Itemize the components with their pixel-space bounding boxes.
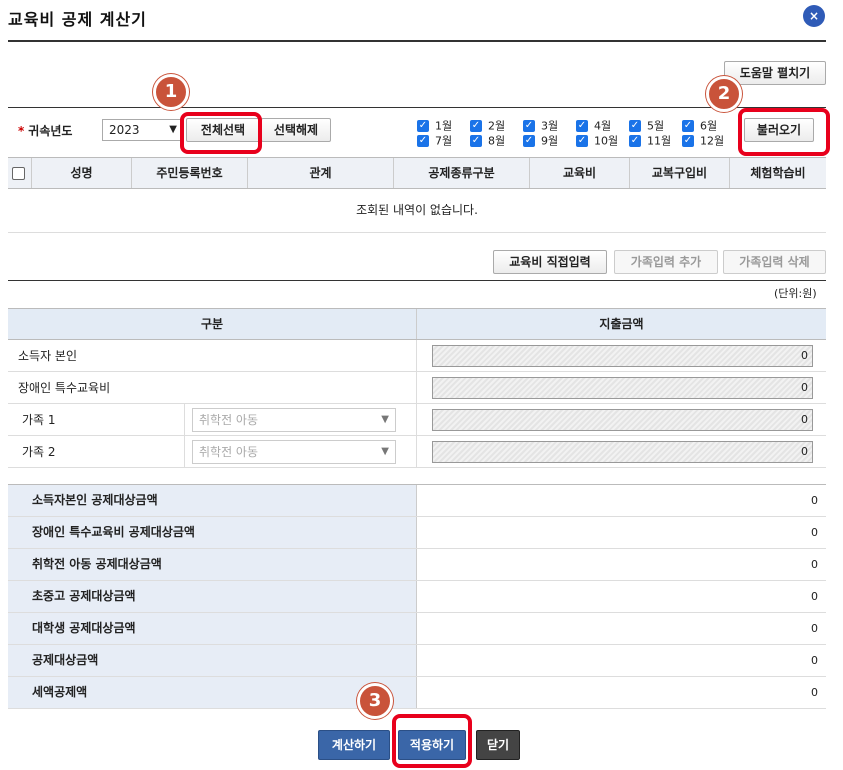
expense-table-header: 구분 지출금액 xyxy=(8,308,826,340)
header-category: 구분 xyxy=(8,309,417,339)
expense-row-family-2: 가족 2 취학전 아동 ▼ 0 xyxy=(8,436,826,468)
col-field-trip-cost: 체험학습비 xyxy=(750,166,806,180)
month-checkbox-5[interactable]: ✓ 5월 xyxy=(629,119,681,133)
expense-row-disabled-special: 장애인 특수교육비 0 xyxy=(8,372,826,404)
highlight-apply xyxy=(392,714,472,768)
checkbox-checked-icon: ✓ xyxy=(576,135,588,147)
month-checkbox-1[interactable]: ✓ 1월 xyxy=(417,119,469,133)
window-title: 교육비 공제 계산기 xyxy=(8,10,147,29)
row-label: 가족 1 xyxy=(22,413,56,427)
month-checkbox-12[interactable]: ✓ 12월 xyxy=(682,134,734,148)
col-uniform-cost: 교복구입비 xyxy=(630,158,730,188)
summary-row: 공제대상금액 0 xyxy=(8,645,826,677)
delete-family-button[interactable]: 가족입력 삭제 xyxy=(723,250,826,274)
family-type-select[interactable]: 취학전 아동 ▼ xyxy=(192,440,396,464)
month-checkbox-9[interactable]: ✓ 9월 xyxy=(523,134,575,148)
amount-field: 0 xyxy=(432,409,813,431)
highlight-load xyxy=(738,108,830,156)
checkbox-checked-icon: ✓ xyxy=(523,120,535,132)
checkbox-checked-icon: ✓ xyxy=(417,120,429,132)
column-divider xyxy=(416,340,417,372)
year-select[interactable]: 2023 ▼ xyxy=(102,119,182,141)
summary-row: 장애인 특수교육비 공제대상금액 0 xyxy=(8,517,826,549)
step-badge-2: 2 xyxy=(706,76,742,112)
help-expand-button[interactable]: 도움말 펼치기 xyxy=(724,61,826,85)
year-value: 2023 xyxy=(109,123,140,137)
column-divider xyxy=(416,404,417,436)
checkbox-checked-icon: ✓ xyxy=(629,120,641,132)
month-checkbox-6[interactable]: ✓ 6월 xyxy=(682,119,734,133)
month-checkbox-3[interactable]: ✓ 3월 xyxy=(523,119,575,133)
amount-field: 0 xyxy=(432,345,813,367)
deselect-all-button[interactable]: 선택해제 xyxy=(261,118,331,142)
month-checkbox-7[interactable]: ✓ 7월 xyxy=(417,134,469,148)
expense-row-self: 소득자 본인 0 xyxy=(8,340,826,372)
row-label: 소득자 본인 xyxy=(18,349,78,363)
row-label: 가족 2 xyxy=(22,445,56,459)
deduction-grid-header: 성명 주민등록번호 관계 공제종류구분 교육비 교복구입비 체험학습비 xyxy=(8,157,826,189)
month-checkbox-10[interactable]: ✓ 10월 xyxy=(576,134,628,148)
highlight-select-all xyxy=(180,112,262,154)
month-checkboxes: ✓ 1월 ✓ 2월 ✓ 3월 ✓ 4월 ✓ 5월 ✓ 6월 ✓ 7월 ✓ 8월 ✓ 9월 ✓ 10월… xyxy=(417,118,737,148)
chevron-down-icon: ▼ xyxy=(381,414,389,425)
summary-row: 취학전 아동 공제대상금액 0 xyxy=(8,549,826,581)
section-divider xyxy=(8,280,826,281)
chevron-down-icon: ▼ xyxy=(381,446,389,457)
col-resident-number: 주민등록번호 xyxy=(132,158,248,188)
col-name: 성명 xyxy=(32,158,132,188)
header-checkbox-cell xyxy=(8,158,32,188)
column-divider xyxy=(416,372,417,404)
month-checkbox-11[interactable]: ✓ 11월 xyxy=(629,134,681,148)
chevron-down-icon: ▼ xyxy=(169,124,177,135)
step-badge-1: 1 xyxy=(153,74,189,110)
step-badge-3: 3 xyxy=(357,683,393,719)
col-education-cost: 교육비 xyxy=(530,158,630,188)
checkbox-checked-icon: ✓ xyxy=(470,135,482,147)
unit-label: (단위:원) xyxy=(774,287,817,300)
close-button[interactable]: 닫기 xyxy=(476,730,520,760)
checkbox-checked-icon: ✓ xyxy=(523,135,535,147)
empty-grid-message: 조회된 내역이 없습니다. xyxy=(8,190,826,233)
column-divider xyxy=(416,436,417,468)
summary-row: 소득자본인 공제대상금액 0 xyxy=(8,485,826,517)
col-deduction-type: 공제종류구분 xyxy=(394,158,530,188)
required-mark: * xyxy=(18,124,25,138)
summary-table: 소득자본인 공제대상금액 0 장애인 특수교육비 공제대상금액 0 취학전 아동 공… xyxy=(8,484,826,709)
direct-input-button[interactable]: 교육비 직접입력 xyxy=(493,250,607,274)
year-label: * 귀속년도 xyxy=(18,122,72,139)
checkbox-checked-icon: ✓ xyxy=(417,135,429,147)
calculate-button[interactable]: 계산하기 xyxy=(318,730,390,760)
amount-field: 0 xyxy=(432,441,813,463)
filter-row: * 귀속년도 2023 ▼ 전체선택 선택해제 ✓ 1월 ✓ 2월 ✓ 3월 ✓ 4월 ✓… xyxy=(8,107,826,157)
month-checkbox-8[interactable]: ✓ 8월 xyxy=(470,134,522,148)
title-bar: 교육비 공제 계산기 × xyxy=(0,0,843,42)
checkbox-checked-icon: ✓ xyxy=(576,120,588,132)
year-label-text: 귀속년도 xyxy=(28,124,73,138)
col-relation: 관계 xyxy=(248,158,394,188)
column-divider xyxy=(184,404,185,436)
summary-row: 초중고 공제대상금액 0 xyxy=(8,581,826,613)
amount-field: 0 xyxy=(432,377,813,399)
month-checkbox-4[interactable]: ✓ 4월 xyxy=(576,119,628,133)
summary-row: 세액공제액 0 xyxy=(8,677,826,709)
expense-row-family-1: 가족 1 취학전 아동 ▼ 0 xyxy=(8,404,826,436)
checkbox-checked-icon: ✓ xyxy=(682,120,694,132)
row-label: 장애인 특수교육비 xyxy=(18,381,111,395)
summary-row: 대학생 공제대상금액 0 xyxy=(8,613,826,645)
title-divider xyxy=(8,40,826,42)
header-amount: 지출금액 xyxy=(599,317,644,331)
select-all-checkbox[interactable] xyxy=(12,167,25,180)
checkbox-checked-icon: ✓ xyxy=(470,120,482,132)
close-icon[interactable]: × xyxy=(803,5,825,27)
column-divider xyxy=(184,436,185,468)
checkbox-checked-icon: ✓ xyxy=(682,135,694,147)
month-checkbox-2[interactable]: ✓ 2월 xyxy=(470,119,522,133)
checkbox-checked-icon: ✓ xyxy=(629,135,641,147)
add-family-button[interactable]: 가족입력 추가 xyxy=(614,250,718,274)
family-type-select[interactable]: 취학전 아동 ▼ xyxy=(192,408,396,432)
